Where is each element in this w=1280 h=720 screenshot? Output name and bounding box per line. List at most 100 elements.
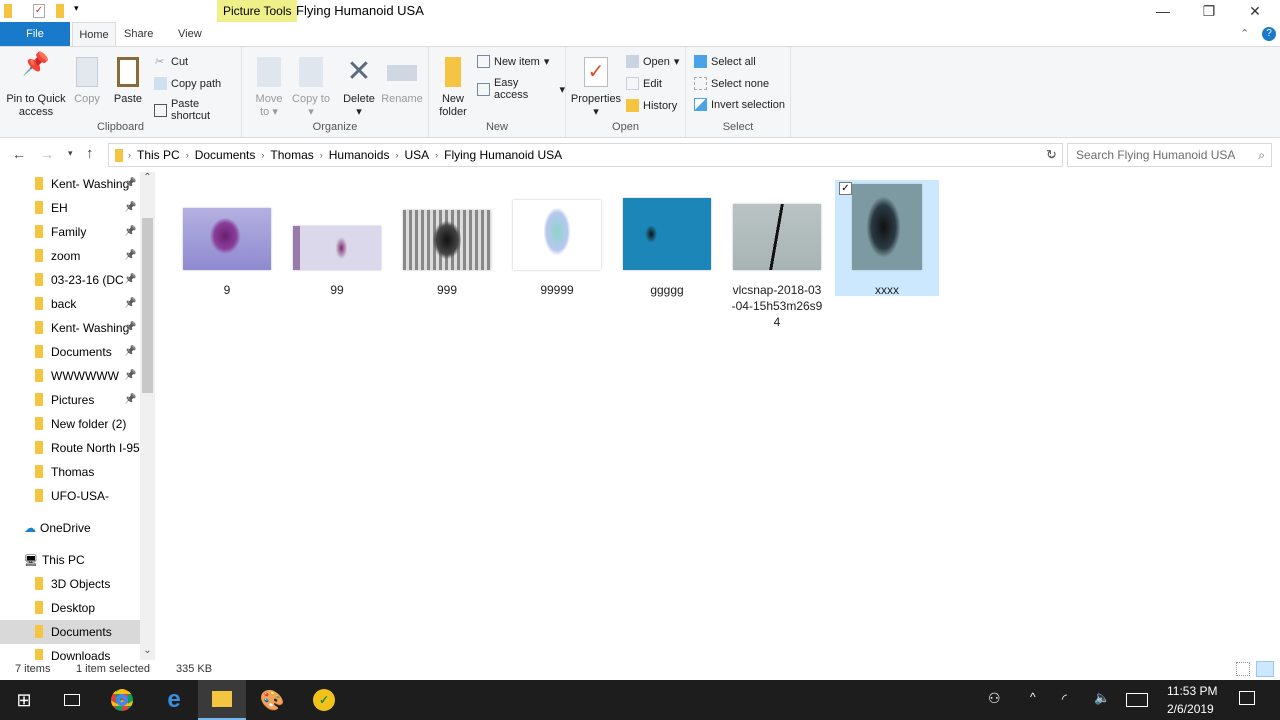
forward-button[interactable]: →: [40, 146, 54, 162]
pin-icon[interactable]: 📌: [124, 292, 136, 316]
nav-item[interactable]: 3D Objects: [0, 572, 140, 596]
nav-item[interactable]: Route North I-95: [0, 436, 140, 460]
wifi-icon[interactable]: ◜: [1062, 691, 1067, 707]
easy-access-button[interactable]: Easy access ▾: [477, 77, 565, 101]
pin-icon[interactable]: 📌: [124, 220, 136, 244]
nav-item[interactable]: UFO-USA-: [0, 484, 140, 508]
file-item[interactable]: vlcsnap-2018-03-04-15h53m26s94: [725, 180, 829, 330]
breadcrumb-item[interactable]: USA: [399, 148, 434, 162]
edge-button[interactable]: e: [150, 680, 198, 720]
new-folder-quick-icon[interactable]: [56, 4, 64, 18]
breadcrumb-item[interactable]: Humanoids: [324, 148, 395, 162]
new-item-button[interactable]: New item ▾: [477, 55, 549, 68]
new-folder-button[interactable]: New folder: [435, 57, 471, 119]
large-icons-view-icon[interactable]: [1256, 661, 1274, 677]
up-button[interactable]: ↑: [86, 145, 94, 162]
nav-item[interactable]: 03-23-16 (DC 📌: [0, 268, 140, 292]
nav-item[interactable]: 🖥 This PC: [0, 548, 140, 572]
app-button[interactable]: ✓: [300, 680, 348, 720]
cut-button[interactable]: ✂ Cut: [154, 55, 188, 69]
close-button[interactable]: ✕: [1232, 0, 1278, 22]
selection-checkbox[interactable]: ✓: [839, 182, 852, 195]
select-none-button[interactable]: Select none: [694, 77, 769, 90]
nav-item[interactable]: back 📌: [0, 292, 140, 316]
properties-quick-icon[interactable]: ✓: [33, 4, 45, 18]
refresh-icon[interactable]: ↻: [1046, 147, 1057, 163]
breadcrumb-item[interactable]: Thomas: [265, 148, 318, 162]
delete-button[interactable]: ✕ Delete ▾: [340, 57, 378, 119]
clock-date[interactable]: 2/6/2019: [1167, 702, 1214, 716]
tab-view[interactable]: View: [178, 22, 202, 46]
nav-item[interactable]: Thomas: [0, 460, 140, 484]
breadcrumb-item[interactable]: Flying Humanoid USA: [439, 148, 567, 162]
select-all-button[interactable]: Select all: [694, 55, 756, 68]
pin-icon[interactable]: 📌: [124, 364, 136, 388]
help-icon[interactable]: ?: [1262, 27, 1276, 41]
pin-icon[interactable]: 📌: [124, 388, 136, 412]
file-item[interactable]: 99999: [505, 180, 609, 298]
task-view-button[interactable]: [48, 680, 96, 720]
scroll-down-icon[interactable]: ⌄: [140, 645, 155, 656]
nav-item[interactable]: Pictures 📌: [0, 388, 140, 412]
nav-item[interactable]: ☁ OneDrive: [0, 516, 140, 540]
details-view-icon[interactable]: [1236, 662, 1250, 676]
address-bar[interactable]: › This PC › Documents › Thomas › Humanoids ›…: [108, 143, 1063, 167]
paint-button[interactable]: 🎨: [248, 680, 296, 720]
show-hidden-icons[interactable]: ^: [1030, 690, 1036, 704]
move-to-button[interactable]: Move to ▾: [250, 57, 288, 119]
nav-item[interactable]: Desktop: [0, 596, 140, 620]
file-item[interactable]: 9: [175, 180, 279, 298]
nav-scrollbar[interactable]: ⌃ ⌄: [140, 172, 155, 660]
pin-icon[interactable]: 📌: [124, 172, 136, 196]
copy-to-button[interactable]: Copy to ▾: [292, 57, 330, 119]
tab-share[interactable]: Share: [124, 22, 153, 46]
pin-icon[interactable]: 📌: [124, 268, 136, 292]
nav-item[interactable]: WWWWWW 📌: [0, 364, 140, 388]
collapse-ribbon-icon[interactable]: ⌃: [1240, 22, 1249, 46]
recent-locations-button[interactable]: ▾: [68, 148, 73, 159]
rename-button[interactable]: Rename: [380, 57, 424, 106]
scroll-up-icon[interactable]: ⌃: [140, 172, 155, 183]
picture-tools-tab[interactable]: Picture Tools: [217, 0, 298, 22]
nav-item[interactable]: Documents: [0, 620, 140, 644]
start-button[interactable]: ⊞: [0, 680, 48, 720]
pin-icon[interactable]: 📌: [124, 244, 136, 268]
nav-item[interactable]: zoom 📌: [0, 244, 140, 268]
search-input[interactable]: Search Flying Humanoid USA ⌕: [1067, 143, 1272, 167]
back-button[interactable]: ←: [12, 146, 26, 162]
properties-button[interactable]: ✓ Properties ▾: [570, 57, 622, 119]
nav-item[interactable]: EH 📌: [0, 196, 140, 220]
breadcrumb-item[interactable]: This PC: [132, 148, 185, 162]
copy-path-button[interactable]: Copy path: [154, 77, 221, 90]
pin-icon[interactable]: 📌: [124, 340, 136, 364]
minimize-button[interactable]: —: [1140, 0, 1186, 22]
nav-item[interactable]: New folder (2): [0, 412, 140, 436]
customize-quick-access-icon[interactable]: ▾: [74, 3, 79, 14]
keyboard-icon[interactable]: [1126, 693, 1148, 707]
nav-item[interactable]: Kent- Washing 📌: [0, 172, 140, 196]
file-item[interactable]: 999: [395, 180, 499, 298]
action-center-icon[interactable]: [1239, 691, 1255, 705]
pin-icon[interactable]: 📌: [124, 316, 136, 340]
invert-selection-button[interactable]: Invert selection: [694, 98, 785, 111]
copy-button[interactable]: Copy: [70, 57, 104, 106]
nav-item[interactable]: Kent- Washing 📌: [0, 316, 140, 340]
tab-file[interactable]: File: [0, 22, 70, 46]
file-item[interactable]: ✓ xxxx: [835, 180, 939, 297]
people-icon[interactable]: ⚇: [988, 690, 1001, 707]
nav-item[interactable]: Downloads: [0, 644, 140, 660]
history-button[interactable]: History: [626, 99, 677, 112]
pin-quick-access-button[interactable]: 📌 Pin to Quick access: [4, 53, 68, 119]
paste-button[interactable]: Paste: [110, 57, 146, 106]
pin-icon[interactable]: 📌: [124, 196, 136, 220]
tab-home[interactable]: Home: [72, 22, 116, 46]
file-explorer-button[interactable]: [198, 680, 246, 720]
nav-item[interactable]: Documents 📌: [0, 340, 140, 364]
file-item[interactable]: ggggg: [615, 180, 719, 298]
chrome-button[interactable]: [98, 680, 146, 720]
volume-icon[interactable]: 🔈: [1094, 690, 1110, 706]
paste-shortcut-button[interactable]: Paste shortcut: [154, 98, 241, 122]
breadcrumb-item[interactable]: Documents: [190, 148, 261, 162]
scrollbar-thumb[interactable]: [142, 218, 153, 393]
nav-item[interactable]: Family 📌: [0, 220, 140, 244]
